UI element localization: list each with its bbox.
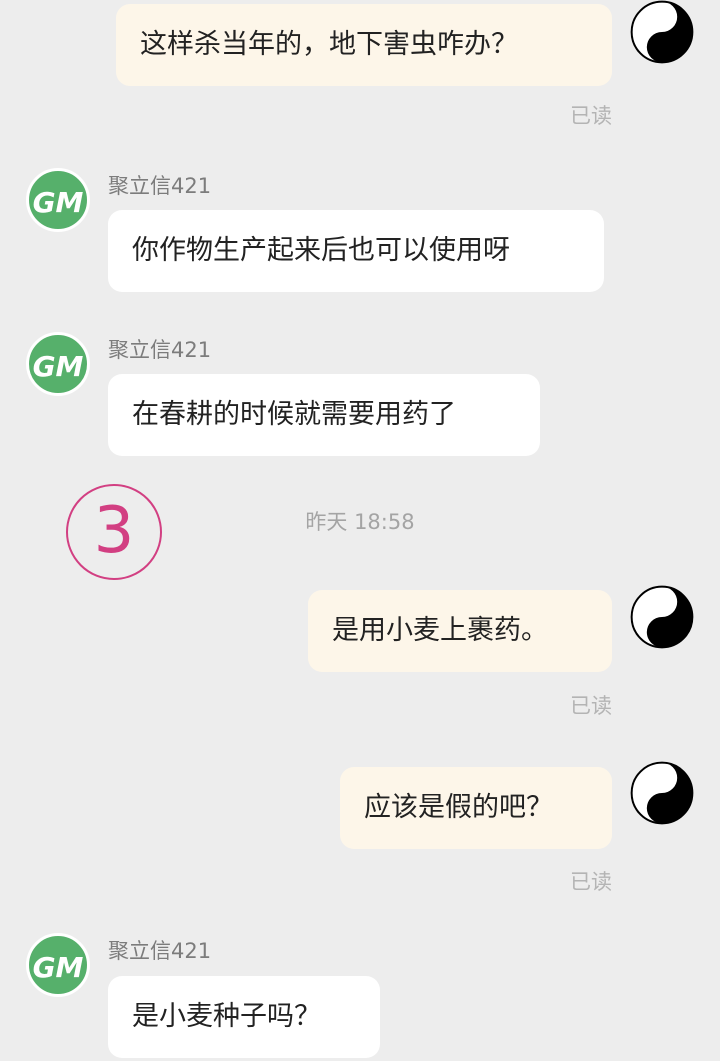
message-bubble[interactable]: 在春耕的时候就需要用药了: [108, 374, 540, 456]
contact-avatar[interactable]: GM: [26, 168, 90, 232]
timestamp: 昨天 18:58: [305, 510, 415, 534]
svg-text:GM: GM: [33, 186, 84, 219]
yin-yang-icon[interactable]: [629, 0, 695, 65]
sender-name: 聚立信421: [108, 939, 212, 963]
gm-logo-icon: GM: [33, 350, 84, 383]
svg-text:GM: GM: [33, 350, 84, 383]
yin-yang-icon[interactable]: [629, 760, 695, 826]
message-bubble[interactable]: 应该是假的吧？: [340, 767, 612, 849]
gm-logo-icon: GM: [33, 186, 84, 219]
sender-name: 聚立信421: [108, 338, 212, 362]
contact-avatar[interactable]: GM: [26, 332, 90, 396]
message-bubble[interactable]: 你作物生产起来后也可以使用呀: [108, 210, 604, 292]
read-status: 已读: [570, 694, 612, 718]
message-bubble[interactable]: 是用小麦上裹药。: [308, 590, 612, 672]
contact-avatar[interactable]: GM: [26, 933, 90, 997]
read-status: 已读: [570, 870, 612, 894]
yin-yang-icon[interactable]: [629, 584, 695, 650]
message-bubble[interactable]: 这样杀当年的，地下害虫咋办？: [116, 4, 612, 86]
svg-text:GM: GM: [33, 951, 84, 984]
message-bubble[interactable]: 是小麦种子吗？: [108, 976, 380, 1058]
sender-name: 聚立信421: [108, 174, 212, 198]
read-status: 已读: [570, 104, 612, 128]
gm-logo-icon: GM: [33, 951, 84, 984]
